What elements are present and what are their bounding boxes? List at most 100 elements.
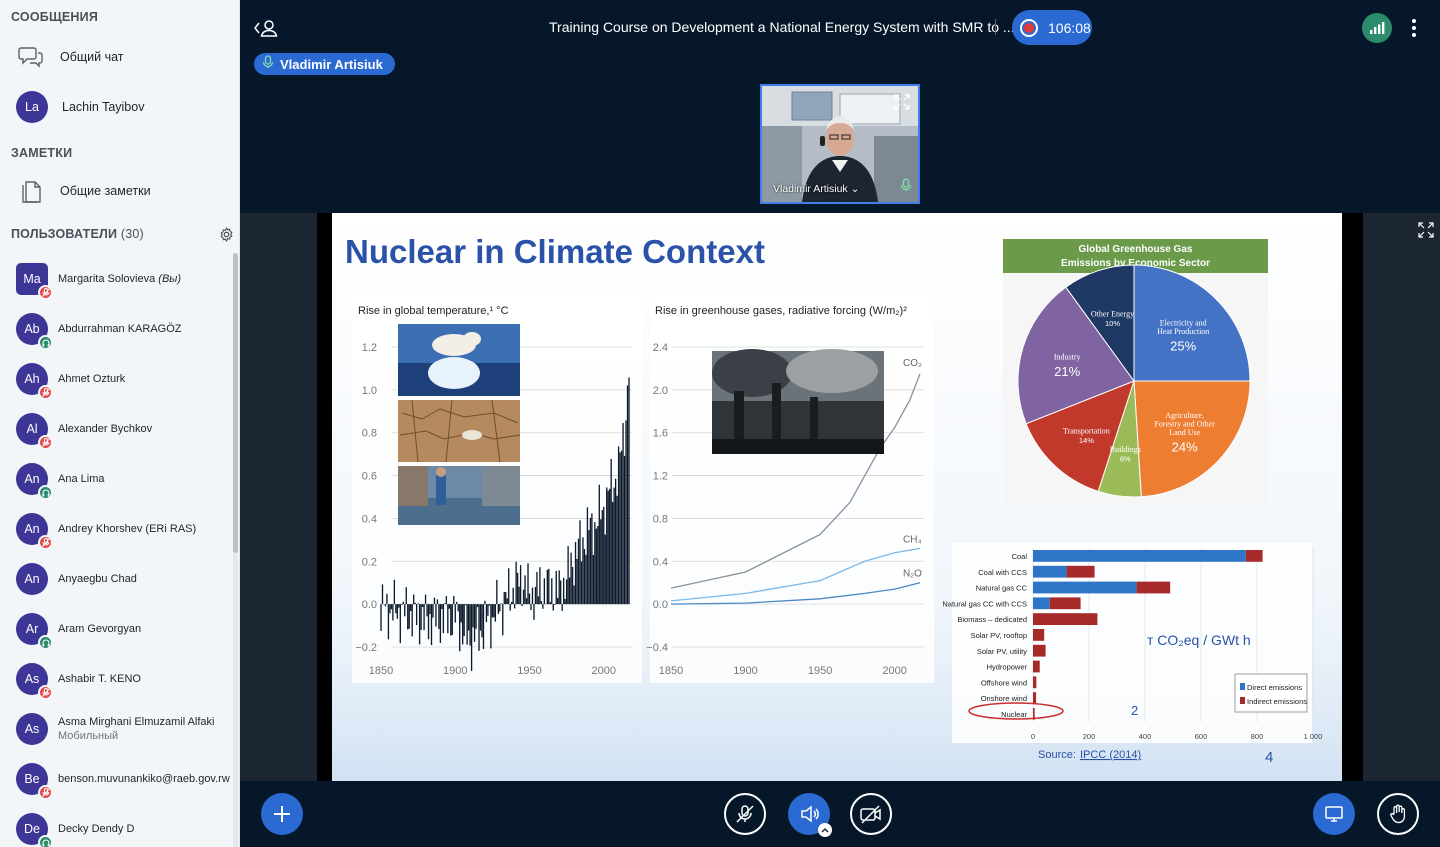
user-list-item[interactable]: As Asma Mirghani Elmuzamil Alfaki Мобильны… xyxy=(0,704,232,754)
pie-slices xyxy=(1017,264,1251,498)
temperature-bar xyxy=(407,604,409,630)
user-list-item[interactable]: De Decky Dendy D xyxy=(0,804,232,847)
temperature-bar xyxy=(536,571,538,605)
user-list-toggle[interactable] xyxy=(253,17,279,39)
temperature-bar xyxy=(423,604,425,631)
audio-button[interactable] xyxy=(788,793,832,837)
temperature-bar xyxy=(454,604,456,623)
fullscreen-icon[interactable] xyxy=(894,94,910,115)
user-list-item[interactable]: As Ashabir T. KENO xyxy=(0,654,232,704)
temperature-bar xyxy=(399,604,401,644)
emission-bar xyxy=(1033,565,1067,578)
chevron-up-icon[interactable] xyxy=(818,823,832,837)
temperature-bar xyxy=(466,604,468,645)
user-list-item[interactable]: Ma Margarita Solovieva (Вы) xyxy=(0,254,232,304)
user-list-item[interactable]: Ar Aram Gevorgyan xyxy=(0,604,232,654)
gear-icon[interactable] xyxy=(219,227,234,247)
private-chat-item[interactable]: La Lachin Tayibov xyxy=(0,85,232,129)
shared-notes-label: Общие заметки xyxy=(60,184,151,198)
options-menu-button[interactable] xyxy=(1406,14,1422,42)
temperature-bar xyxy=(552,604,554,611)
emission-bar xyxy=(1136,581,1171,594)
user-list-item[interactable]: An Ana Lima xyxy=(0,454,232,504)
presentation-slide[interactable]: Nuclear in Climate Context Rise in globa… xyxy=(317,213,1363,781)
chat-bubbles-icon xyxy=(16,42,46,72)
user-name-block: benson.muvunankiko@raeb.gov.rw xyxy=(58,772,230,786)
shared-notes-item[interactable]: Общие заметки xyxy=(0,169,232,213)
fullscreen-icon[interactable] xyxy=(1418,222,1434,243)
pie-slice-label: Transportation xyxy=(1063,427,1110,436)
temperature-bar xyxy=(515,561,517,605)
user-name-block: Asma Mirghani Elmuzamil Alfaki Мобильный xyxy=(58,715,215,743)
temperature-bar xyxy=(518,586,520,605)
x-tick-label: 0 xyxy=(1031,732,1035,741)
muted-microphone-icon xyxy=(38,385,53,400)
avatar: Ah xyxy=(16,363,53,400)
temperature-bar xyxy=(594,522,596,605)
source-link[interactable]: IPCC (2014) xyxy=(1080,749,1141,761)
user-list-item[interactable]: Ab Abdurrahman KARAGÖZ xyxy=(0,304,232,354)
talking-indicator[interactable]: Vladimir Artisiuk xyxy=(254,53,395,75)
webcam-video[interactable]: Vladimir Artisiuk ⌄ xyxy=(760,84,920,204)
avatar: An xyxy=(16,513,53,550)
temperature-bar xyxy=(589,517,592,605)
user-list-item[interactable]: Be benson.muvunankiko@raeb.gov.rw xyxy=(0,754,232,804)
avatar-initials: An xyxy=(24,522,40,536)
public-chat-item[interactable]: Общий чат xyxy=(0,35,232,79)
temperature-bar xyxy=(606,487,608,605)
presentation-toggle-button[interactable] xyxy=(1313,793,1355,835)
y-tick-label: 1.0 xyxy=(362,385,377,397)
temperature-bar xyxy=(472,604,474,628)
user-list-item[interactable]: An Anyaegbu Chad xyxy=(0,554,232,604)
temperature-bar xyxy=(478,604,480,651)
temperature-bar xyxy=(513,604,516,609)
user-list-item[interactable]: Ah Ahmet Ozturk xyxy=(0,354,232,404)
raise-hand-button[interactable] xyxy=(1377,793,1419,835)
emission-bar xyxy=(1033,597,1050,610)
user-list-item[interactable]: Al Alexander Bychkov xyxy=(0,404,232,454)
temperature-bar xyxy=(576,558,578,605)
temperature-bar xyxy=(546,569,548,605)
temperature-bar xyxy=(620,450,623,605)
temperature-bar xyxy=(540,601,543,605)
avatar: Ma xyxy=(16,263,53,300)
temperature-bar xyxy=(484,600,486,605)
temperature-bar xyxy=(439,604,442,643)
temperature-bar xyxy=(481,604,483,638)
user-name: Ahmet Ozturk xyxy=(58,373,126,385)
share-webcam-button[interactable] xyxy=(850,793,892,835)
headphones-icon xyxy=(38,485,53,500)
emission-bar xyxy=(1033,581,1137,594)
monitor-icon xyxy=(1325,806,1343,822)
scrollbar-thumb[interactable] xyxy=(233,253,238,553)
mute-microphone-button[interactable] xyxy=(724,793,766,835)
temperature-bar xyxy=(542,604,544,609)
temperature-bar xyxy=(496,579,498,605)
temperature-bar xyxy=(619,452,621,605)
temperature-bar xyxy=(580,561,583,605)
webcam-user-name[interactable]: Vladimir Artisiuk ⌄ xyxy=(773,183,859,195)
plus-icon xyxy=(274,806,290,822)
temperature-bar xyxy=(415,604,418,626)
user-list-item[interactable]: An Andrey Khorshev (ERi RAS) xyxy=(0,504,232,554)
actions-button[interactable] xyxy=(261,793,303,835)
y-tick-label: 1.2 xyxy=(653,471,668,483)
muted-microphone-icon xyxy=(38,285,53,300)
series-label: N₂O xyxy=(903,569,922,580)
temperature-bar xyxy=(614,478,617,605)
temperature-bar xyxy=(414,602,416,605)
y-tick-label: 0.6 xyxy=(362,471,377,483)
hand-icon xyxy=(1390,804,1406,824)
recording-button[interactable]: 106:08 xyxy=(1012,10,1092,45)
temperature-bar xyxy=(410,604,412,612)
user-name-block: Andrey Khorshev (ERi RAS) xyxy=(58,522,196,536)
temperature-bar xyxy=(524,575,526,605)
y-tick-label: 0.4 xyxy=(362,513,377,525)
temperature-bar xyxy=(579,520,581,605)
connection-status-button[interactable] xyxy=(1362,13,1392,43)
user-device-label: Мобильный xyxy=(58,730,119,742)
temperature-bar xyxy=(525,598,528,605)
series-label: CO₂ xyxy=(903,358,922,369)
chart-title: Rise in global temperature,¹ °C xyxy=(358,305,509,317)
avatar-initials: Be xyxy=(24,772,40,786)
